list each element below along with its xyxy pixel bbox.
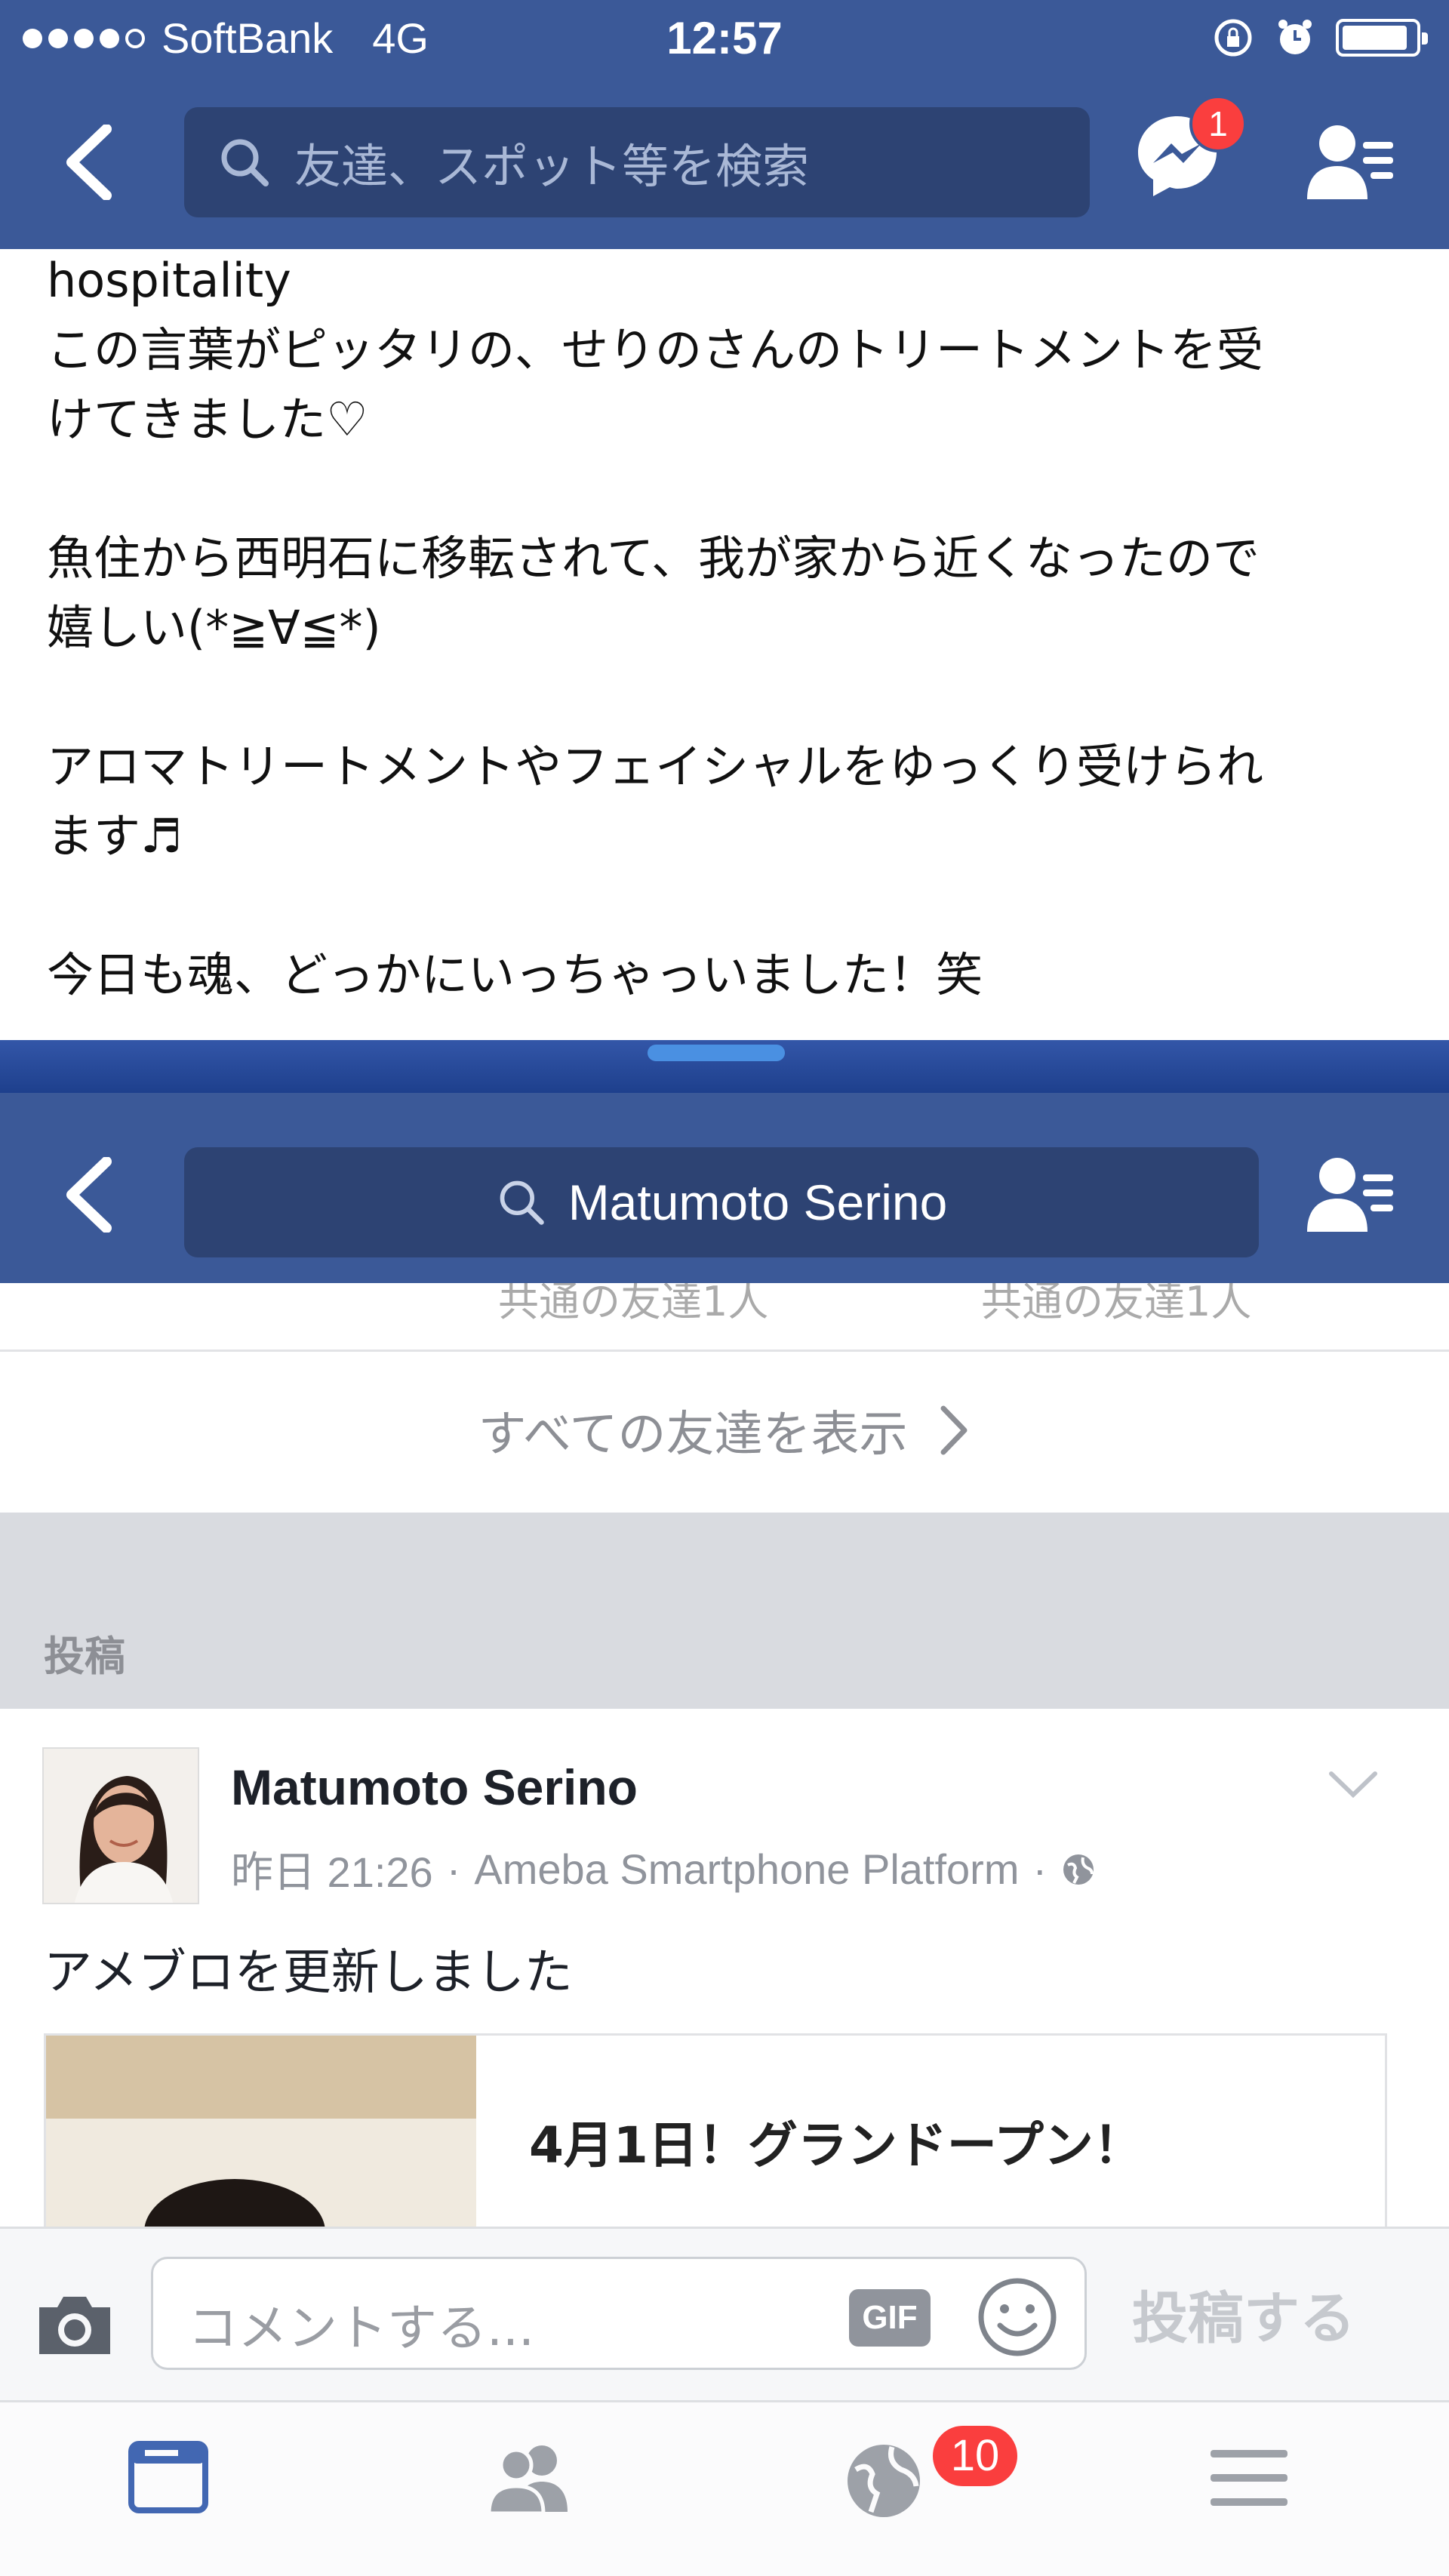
post-options-button[interactable]	[1327, 1766, 1380, 1804]
friend-requests-icon	[1307, 1158, 1393, 1232]
camera-icon	[39, 2297, 110, 2354]
battery-icon	[1336, 19, 1428, 57]
profile-search-field[interactable]: Matumoto Serino	[184, 1147, 1259, 1257]
smiley-icon	[978, 2278, 1057, 2356]
messenger-button[interactable]: 1	[1132, 95, 1247, 201]
post-body: アメブロを更新しました	[44, 1945, 573, 2001]
post-author[interactable]: Matumoto Serino	[231, 1759, 638, 1816]
link-preview-card[interactable]: 4月1日！グランドープン！	[44, 2033, 1387, 2230]
mutual-friends-row: 共通の友達1人 共通の友達1人	[0, 1283, 1449, 1351]
section-separator	[0, 1513, 1449, 1709]
comment-input[interactable]: コメントする... GIF	[151, 2257, 1087, 2370]
search-placeholder: 友達、スポット等を検索	[294, 139, 810, 194]
tab-menu[interactable]	[1208, 2439, 1313, 2538]
meta-separator: ·	[446, 1845, 461, 1893]
mutual-friends-right: 共通の友達1人	[981, 1283, 1252, 1325]
post-text-gap	[47, 454, 1405, 524]
post-text-line: hospitality	[47, 253, 291, 308]
friend-requests-icon	[1307, 125, 1393, 199]
gif-button[interactable]: GIF	[849, 2289, 931, 2347]
search-icon	[500, 1180, 544, 1225]
rotation-lock-icon	[1214, 19, 1252, 57]
camera-button[interactable]	[33, 2291, 116, 2359]
alarm-icon	[1278, 20, 1312, 54]
friends-icon	[487, 2445, 568, 2516]
link-title: 4月1日！グランドープン！	[529, 2116, 1143, 2174]
post-meta: 昨日 21:26 · Ameba Smartphone Platform ·	[231, 1839, 1097, 1900]
post-text-line: 嬉しい(*≧∀≦*)	[47, 600, 381, 655]
tab-news-feed[interactable]	[127, 2439, 232, 2538]
post-time[interactable]: 昨日 21:26	[231, 1839, 433, 1900]
public-globe-icon	[1063, 1854, 1094, 1885]
tab-friends[interactable]	[483, 2439, 589, 2538]
post-text-line: 今日も魂、どっかにいっちゃっいました！笑	[47, 947, 983, 1002]
comment-placeholder: コメントする...	[188, 2299, 534, 2357]
status-right	[1212, 17, 1428, 59]
back-chevron-icon	[66, 1157, 112, 1233]
post-text-line: アロマトリートメントやフェイシャルをゆっくり受けられ	[47, 739, 1264, 794]
post-text: hospitality この言葉がピッタリの、せりのさんのトリートメントを受 けてき…	[47, 246, 1405, 1010]
menu-icon	[1211, 2450, 1287, 2506]
profile-friend-requests-button[interactable]	[1306, 1153, 1396, 1236]
post-text-line: この言葉がピッタリの、せりのさんのトリートメントを受	[47, 322, 1264, 377]
post-text-line: けてきました♡	[47, 392, 368, 447]
profile-search-value: Matumoto Serino	[568, 1174, 948, 1230]
post-text-line: ます♬	[47, 808, 183, 863]
back-button[interactable]	[51, 121, 127, 204]
post-source: Ameba Smartphone Platform	[474, 1845, 1020, 1893]
sticker-button[interactable]	[974, 2274, 1060, 2360]
post-text-gap	[47, 871, 1405, 940]
post-comment-button[interactable]: 投稿する	[1132, 2273, 1355, 2354]
post-text-line: 魚住から西明石に移転されて、我が家から近くなったので	[47, 531, 1260, 586]
globe-icon	[848, 2445, 920, 2517]
link-thumbnail	[46, 2036, 476, 2227]
status-bar: SoftBank 4G 12:57	[0, 0, 1449, 78]
chevron-right-icon	[940, 1405, 968, 1455]
drag-handle[interactable]	[648, 1045, 785, 1061]
show-all-friends-label: すべての友達を表示	[478, 1407, 908, 1463]
notifications-badge: 10	[930, 2423, 1020, 2489]
friend-requests-button[interactable]	[1306, 121, 1396, 204]
post-text-gap	[47, 663, 1405, 732]
meta-separator: ·	[1032, 1845, 1048, 1893]
posts-heading: 投稿	[44, 1633, 125, 1680]
top-navigation-bar: 友達、スポット等を検索 1	[0, 91, 1449, 234]
show-all-friends-button[interactable]: すべての友達を表示	[0, 1351, 1449, 1510]
profile-back-button[interactable]	[51, 1153, 127, 1236]
search-icon	[221, 139, 269, 186]
mutual-friends-left: 共通の友達1人	[498, 1283, 769, 1325]
profile-navigation-bar: Matumoto Serino	[0, 1093, 1449, 1289]
back-chevron-icon	[66, 125, 112, 200]
news-feed-icon	[128, 2441, 208, 2513]
chevron-down-icon	[1329, 1771, 1377, 1799]
search-input[interactable]: 友達、スポット等を検索	[184, 107, 1090, 217]
messenger-badge: 1	[1189, 95, 1247, 152]
avatar[interactable]	[42, 1747, 199, 1904]
